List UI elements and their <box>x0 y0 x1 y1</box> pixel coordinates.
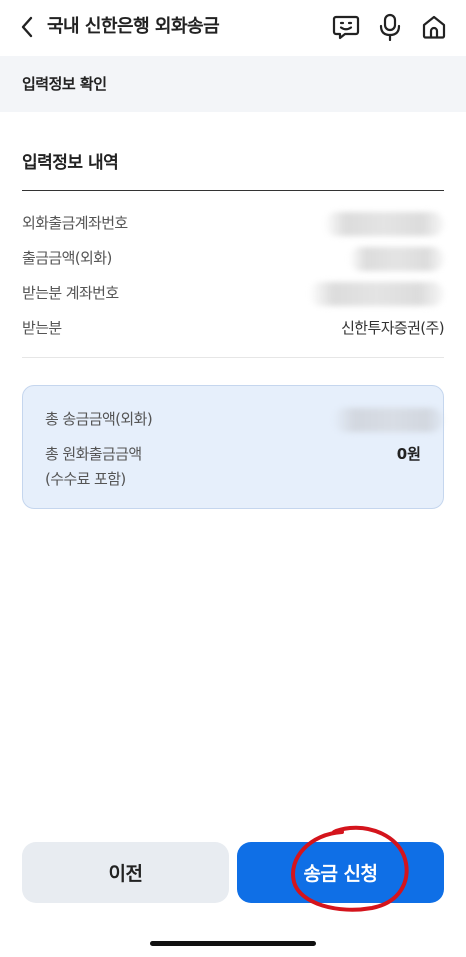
summary-box: 총 송금금액(외화) 총 원화출금금액 (수수료 포함) 0원 <box>22 385 444 509</box>
row-recipient-account: 받는분 계좌번호 <box>22 282 444 306</box>
total-krw-label: 총 원화출금금액 <box>45 445 142 463</box>
masked-total-foreign <box>333 408 443 432</box>
row-withdraw-amount: 출금금액(외화) <box>22 247 444 271</box>
row-withdraw-account: 외화출금계좌번호 <box>22 212 444 236</box>
prev-button[interactable]: 이전 <box>22 842 229 903</box>
chatbot-icon <box>332 15 360 40</box>
fee-included-note: (수수료 포함) <box>45 470 126 488</box>
section-bar: 입력정보 확인 <box>0 56 466 112</box>
masked-value <box>349 247 444 271</box>
row-label: 외화출금계좌번호 <box>22 214 128 232</box>
back-arrow-icon <box>21 16 33 38</box>
masked-value <box>324 212 444 236</box>
voice-button[interactable] <box>375 12 405 42</box>
microphone-icon <box>379 13 401 41</box>
app-header: 국내 신한은행 외화송금 <box>0 0 466 56</box>
row-label: 받는분 <box>22 319 62 337</box>
chatbot-button[interactable] <box>331 12 361 42</box>
masked-value <box>309 282 444 306</box>
total-krw-value: 0원 <box>396 445 421 463</box>
row-label: 출금금액(외화) <box>22 249 112 267</box>
section-title: 입력정보 확인 <box>22 75 107 93</box>
detail-bottom-divider <box>22 357 444 358</box>
back-button[interactable] <box>14 14 40 40</box>
row-label: 받는분 계좌번호 <box>22 284 119 302</box>
submit-transfer-button[interactable]: 송금 신청 <box>237 842 444 903</box>
row-value: 신한투자증권(주) <box>341 319 445 337</box>
detail-divider <box>22 190 444 191</box>
home-icon <box>422 15 446 39</box>
home-button[interactable] <box>419 12 449 42</box>
detail-title: 입력정보 내역 <box>22 153 119 173</box>
total-foreign-label: 총 송금금액(외화) <box>45 410 153 428</box>
home-indicator <box>150 941 316 946</box>
page-title: 국내 신한은행 외화송금 <box>47 16 220 37</box>
row-recipient: 받는분 신한투자증권(주) <box>22 317 445 341</box>
